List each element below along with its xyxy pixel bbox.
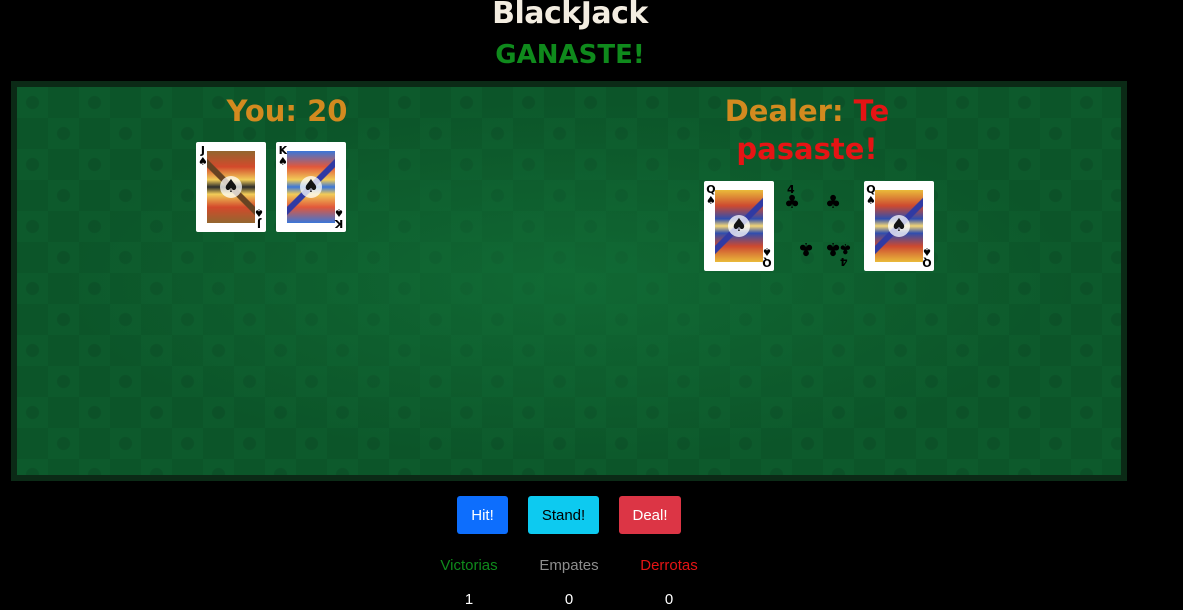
dealer-heading: Dealer: Te pasaste!: [717, 92, 897, 168]
card-rank: 4: [840, 255, 848, 268]
game-result: GANASTE!: [495, 40, 645, 70]
game-title: BlackJack: [492, 0, 648, 31]
card-table: You: 20 J ♠ ♠ J ♠ K ♠ ♠ K ♠ Dealer: Te p…: [11, 81, 1127, 481]
losses-label: Derrotas: [640, 557, 698, 574]
blackjack-page: BlackJack GANASTE! You: 20 J ♠ ♠ J ♠ K ♠ ♠: [0, 0, 1183, 610]
player-score: 20: [307, 94, 348, 128]
club-icon: ♣: [784, 192, 801, 213]
dealer-card-queen-spades: Q ♠ ♠ Q ♠: [704, 181, 774, 271]
stand-button[interactable]: Stand!: [528, 496, 599, 534]
jack-face-art: ♠: [207, 151, 255, 223]
card-corner: K ♠: [334, 206, 344, 230]
spade-icon: ♠: [728, 215, 750, 237]
deal-button[interactable]: Deal!: [619, 496, 681, 534]
player-card-jack-spades: J ♠ ♠ J ♠: [196, 142, 266, 232]
spade-icon: ♠: [300, 176, 322, 198]
club-icon: ♣: [825, 192, 842, 213]
wins-label: Victorias: [440, 557, 498, 574]
wins-count: 1: [464, 591, 474, 608]
dealer-card-queen-spades-2: Q ♠ ♠ Q ♠: [864, 181, 934, 271]
player-card-king-spades: K ♠ ♠ K ♠: [276, 142, 346, 232]
card-corner: Q ♠: [922, 245, 932, 269]
hit-button[interactable]: Hit!: [457, 496, 508, 534]
club-icon: ♣: [798, 238, 815, 259]
spade-icon: ♠: [220, 176, 242, 198]
player-label: You:: [226, 94, 298, 128]
ties-count: 0: [564, 591, 574, 608]
king-face-art: ♠: [287, 151, 335, 223]
spade-icon: ♠: [888, 215, 910, 237]
ties-label: Empates: [539, 557, 599, 574]
dealer-card-four-clubs: 4 ♣ ♣ ♣ ♣ ♣ 4: [784, 181, 854, 271]
player-heading: You: 20: [197, 92, 377, 130]
queen-face-art: ♠: [875, 190, 923, 262]
losses-count: 0: [664, 591, 674, 608]
card-corner: Q ♠: [762, 245, 772, 269]
dealer-label: Dealer:: [724, 94, 844, 128]
queen-face-art: ♠: [715, 190, 763, 262]
card-corner: J ♠: [254, 206, 264, 230]
